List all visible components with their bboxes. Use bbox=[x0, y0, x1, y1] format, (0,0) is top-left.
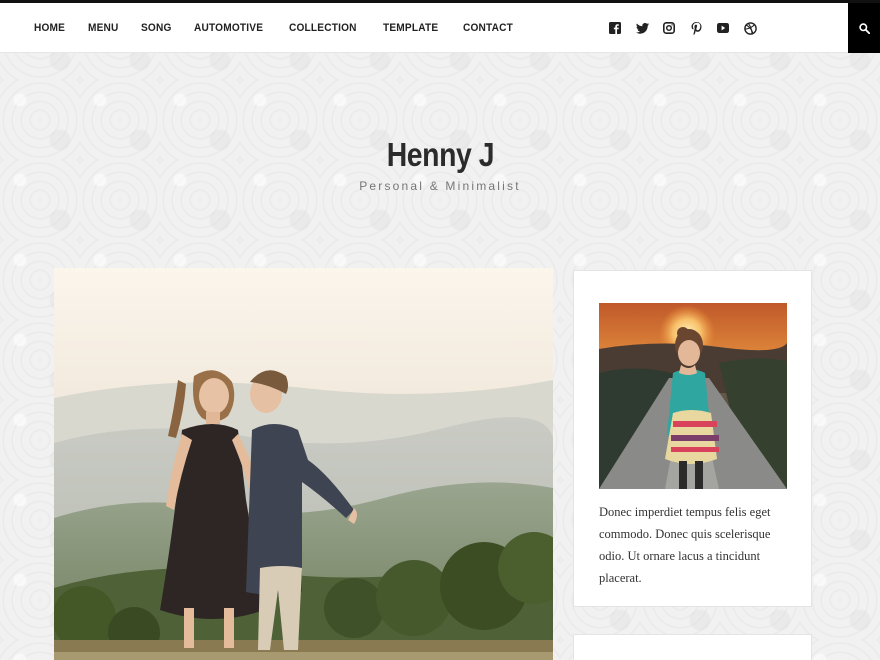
search-icon bbox=[858, 22, 870, 34]
main-menu: HOME MENU SONG AUTOMOTIVE COLLECTION TEM… bbox=[34, 3, 537, 53]
site-title[interactable]: Henny J bbox=[386, 136, 494, 174]
widget-text: Donec imperdiet tempus felis eget commod… bbox=[599, 505, 771, 585]
top-navbar: HOME MENU SONG AUTOMOTIVE COLLECTION TEM… bbox=[0, 3, 880, 53]
sidebar-widget: Donec imperdiet tempus felis eget commod… bbox=[573, 270, 812, 607]
twitter-icon[interactable] bbox=[633, 19, 651, 37]
pinterest-icon[interactable] bbox=[687, 19, 705, 37]
nav-item-collection[interactable]: COLLECTION bbox=[289, 22, 357, 34]
site-tagline: Personal & Minimalist bbox=[359, 179, 521, 193]
instagram-icon[interactable] bbox=[660, 19, 678, 37]
facebook-icon[interactable] bbox=[606, 19, 624, 37]
widget-image[interactable] bbox=[599, 303, 787, 489]
search-button[interactable] bbox=[848, 3, 880, 53]
nav-item-template[interactable]: TEMPLATE bbox=[383, 22, 438, 34]
nav-item-contact[interactable]: CONTACT bbox=[463, 22, 513, 34]
site-header: Henny J Personal & Minimalist bbox=[0, 136, 880, 193]
featured-post-image[interactable] bbox=[54, 268, 553, 660]
sidebar-widget-second bbox=[573, 634, 812, 660]
social-links bbox=[606, 3, 768, 53]
dribbble-icon[interactable] bbox=[741, 19, 759, 37]
nav-item-menu[interactable]: MENU bbox=[88, 22, 119, 34]
youtube-icon[interactable] bbox=[714, 19, 732, 37]
nav-item-home[interactable]: HOME bbox=[34, 22, 65, 34]
nav-item-song[interactable]: SONG bbox=[141, 22, 172, 34]
nav-item-automotive[interactable]: AUTOMOTIVE bbox=[194, 22, 263, 34]
